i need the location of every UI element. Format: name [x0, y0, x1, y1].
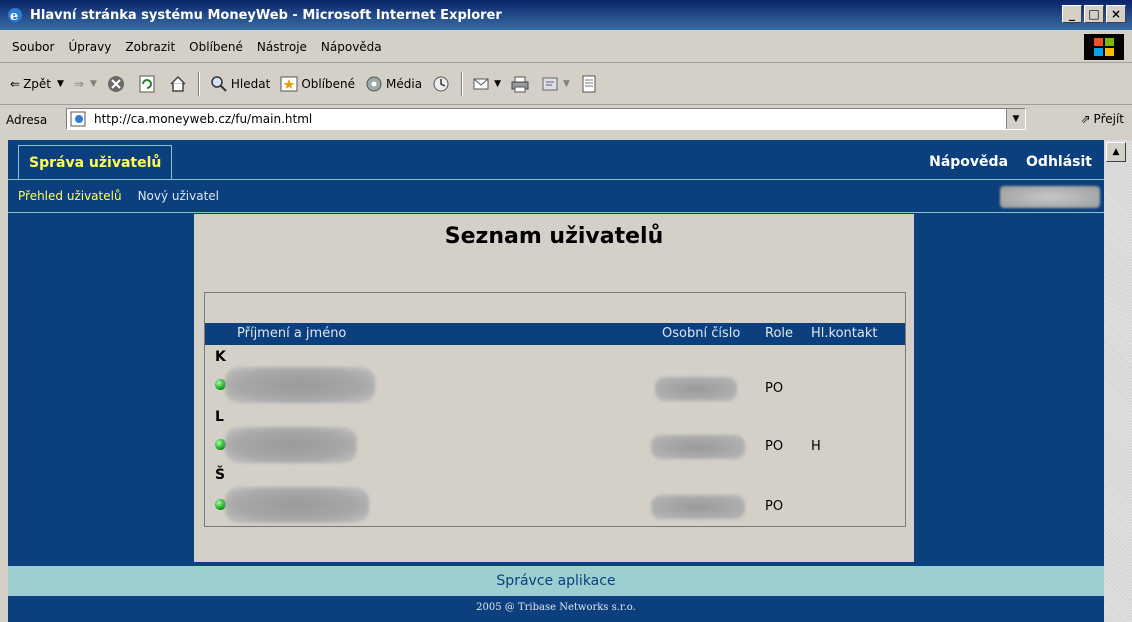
vertical-scrollbar[interactable]: ▲ — [1104, 140, 1132, 622]
help-link[interactable]: Nápověda — [929, 154, 1008, 170]
address-input[interactable]: http://ca.moneyweb.cz/fu/main.html ▼ — [66, 108, 1026, 130]
go-arrow-icon: ⇗ — [1080, 112, 1091, 126]
redacted-personal-number — [651, 435, 745, 459]
go-label: Přejít — [1093, 112, 1124, 126]
menu-bar: Soubor Úpravy Zobrazit Oblíbené Nástroje… — [0, 32, 1132, 63]
page-title: Seznam uživatelů — [444, 224, 664, 249]
chevron-down-icon: ▼ — [57, 79, 64, 89]
subnav-user-overview[interactable]: Přehled uživatelů — [18, 189, 122, 203]
favorites-icon — [280, 76, 298, 92]
media-button[interactable]: Média — [365, 75, 422, 93]
go-button[interactable]: ⇗ Přejít — [1080, 112, 1124, 126]
back-label: Zpět — [23, 77, 51, 91]
ie-logo-icon: e — [8, 8, 22, 24]
windows-logo-icon — [1084, 34, 1124, 60]
chevron-down-icon: ▼ — [1012, 114, 1020, 124]
role-value: PO — [765, 499, 784, 514]
print-button[interactable] — [511, 75, 532, 93]
logout-link[interactable]: Odhlásit — [1026, 154, 1092, 170]
search-label: Hledat — [230, 77, 271, 91]
redacted-user-info — [1000, 186, 1100, 208]
search-icon — [211, 76, 227, 92]
minimize-button[interactable]: _ — [1062, 5, 1082, 23]
history-icon — [433, 76, 449, 92]
menu-tools[interactable]: Nástroje — [257, 40, 307, 54]
favorites-label: Oblíbené — [301, 77, 356, 91]
table-header: Příjmení a jméno Osobní číslo Role Hl.ko… — [205, 323, 905, 345]
close-button[interactable]: × — [1106, 5, 1126, 23]
content-panel: Seznam uživatelů Příjmení a jméno Osobní… — [194, 214, 914, 562]
chevron-down-icon: ▼ — [89, 79, 97, 89]
mail-icon — [473, 78, 489, 90]
printer-icon — [511, 76, 529, 93]
chevron-down-icon: ▼ — [494, 79, 502, 89]
menu-edit[interactable]: Úpravy — [68, 40, 111, 54]
column-name[interactable]: Příjmení a jméno — [237, 326, 346, 341]
redacted-personal-number — [655, 377, 737, 401]
subnav-new-user[interactable]: Nový uživatel — [138, 189, 219, 203]
role-value: PO — [765, 439, 784, 454]
home-button[interactable] — [169, 75, 190, 93]
forward-button[interactable]: ⇒ ▼ — [74, 77, 97, 91]
home-icon — [170, 75, 186, 92]
edit-button[interactable]: ▼ — [542, 75, 570, 93]
stop-button[interactable] — [107, 75, 128, 93]
group-letter: Š — [215, 467, 226, 483]
back-arrow-icon: ⇐ — [10, 77, 21, 91]
user-table: Příjmení a jméno Osobní číslo Role Hl.ko… — [204, 292, 906, 527]
chevron-up-icon: ▲ — [1112, 147, 1120, 157]
footer-admin-link[interactable]: Správce aplikace — [496, 573, 615, 589]
forward-arrow-icon: ⇒ — [73, 77, 84, 91]
mail-button[interactable]: ▼ — [473, 75, 501, 93]
svg-text:e: e — [10, 9, 18, 24]
menu-view[interactable]: Zobrazit — [125, 40, 175, 54]
media-label: Média — [386, 77, 423, 91]
address-dropdown-button[interactable]: ▼ — [1006, 109, 1025, 129]
back-button[interactable]: ⇐ Zpět ▼ — [10, 77, 64, 91]
toolbar: ⇐ Zpět ▼ ⇒ ▼ Hledat Oblíbené Média ▼ ▼ — [0, 64, 1132, 105]
discuss-button[interactable] — [580, 75, 601, 93]
address-label: Adresa — [6, 113, 48, 127]
role-value: PO — [765, 381, 784, 396]
refresh-button[interactable] — [138, 75, 159, 93]
chevron-down-icon: ▼ — [563, 79, 570, 89]
group-letter: K — [215, 349, 226, 365]
column-personal-number[interactable]: Osobní číslo — [662, 326, 740, 341]
address-bar: Adresa http://ca.moneyweb.cz/fu/main.htm… — [0, 104, 1132, 136]
redacted-user-name[interactable] — [225, 487, 369, 523]
main-contact-value: H — [811, 439, 821, 454]
history-button[interactable] — [432, 75, 453, 93]
redacted-personal-number — [651, 495, 745, 519]
search-button[interactable]: Hledat — [210, 75, 270, 93]
redacted-user-name[interactable] — [225, 427, 357, 463]
footer-bar: Správce aplikace — [8, 566, 1104, 596]
menu-help[interactable]: Nápověda — [321, 40, 382, 54]
group-letter: L — [215, 409, 224, 425]
menu-favorites[interactable]: Oblíbené — [189, 40, 243, 54]
edit-icon — [542, 77, 558, 91]
refresh-icon — [139, 75, 155, 93]
window-title: Hlavní stránka systému MoneyWeb - Micros… — [30, 7, 502, 23]
scroll-up-button[interactable]: ▲ — [1106, 142, 1126, 162]
redacted-user-name[interactable] — [225, 367, 375, 403]
title-bar[interactable]: e Hlavní stránka systému MoneyWeb - Micr… — [0, 0, 1132, 30]
menu-file[interactable]: Soubor — [12, 40, 54, 54]
toolbar-separator — [461, 72, 464, 96]
address-url: http://ca.moneyweb.cz/fu/main.html — [94, 112, 313, 126]
copyright: 2005 @ Tribase Networks s.r.o. — [476, 602, 636, 613]
column-role[interactable]: Role — [765, 326, 793, 341]
sub-navigation: Přehled uživatelů Nový uživatel — [8, 180, 1104, 213]
media-icon — [366, 76, 382, 92]
stop-icon — [107, 76, 124, 92]
document-icon — [582, 75, 596, 93]
tab-user-management[interactable]: Správa uživatelů — [18, 145, 173, 179]
maximize-button[interactable]: □ — [1084, 5, 1104, 23]
page-icon — [70, 111, 86, 127]
page-viewport: Správa uživatelů Nápověda Odhlásit Přehl… — [8, 140, 1104, 622]
column-main-contact[interactable]: Hl.kontakt — [811, 326, 877, 341]
favorites-button[interactable]: Oblíbené — [280, 75, 355, 93]
toolbar-separator — [197, 72, 200, 96]
